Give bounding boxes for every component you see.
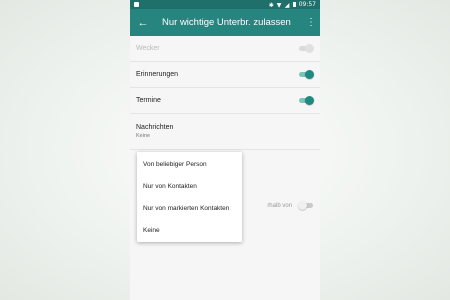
wecker-toggle[interactable] xyxy=(298,44,314,53)
setting-row-wecker[interactable]: Wecker xyxy=(130,36,320,62)
menu-item-kontakte[interactable]: Nur von Kontakten xyxy=(137,175,242,197)
setting-value: Keine xyxy=(136,133,151,139)
phone-screen: ✱ ▼ ◢ 09:57 ← Nur wichtige Unterbr. zula… xyxy=(130,0,320,300)
setting-label: Nachrichten xyxy=(136,124,174,131)
setting-row-erinnerungen[interactable]: Erinnerungen xyxy=(130,62,320,88)
menu-item-beliebige-person[interactable]: Von beliebiger Person xyxy=(137,153,242,175)
notification-icon xyxy=(134,2,139,7)
wifi-icon: ▼ xyxy=(276,2,282,9)
popup-menu: Von beliebiger Person Nur von Kontakten … xyxy=(137,152,242,242)
status-bar: ✱ ▼ ◢ 09:57 xyxy=(130,0,320,9)
app-bar: ← Nur wichtige Unterbr. zulassen ⋮ xyxy=(130,9,320,36)
setting-label-partial: rhalb von xyxy=(267,203,292,209)
arrow-back-icon[interactable]: ← xyxy=(136,17,150,29)
page-title: Nur wichtige Unterbr. zulassen xyxy=(162,17,291,28)
more-vert-icon[interactable]: ⋮ xyxy=(306,17,316,28)
battery-icon xyxy=(292,2,296,7)
setting-label: Erinnerungen xyxy=(136,71,179,78)
menu-item-markierte-kontakte[interactable]: Nur von markierten Kontakten xyxy=(137,197,242,219)
signal-icon: ◢ xyxy=(284,2,290,9)
erinnerungen-toggle[interactable] xyxy=(298,70,314,79)
menu-item-keine[interactable]: Keine xyxy=(137,219,242,241)
setting-label: Wecker xyxy=(136,45,160,52)
termine-toggle[interactable] xyxy=(298,96,314,105)
setting-row-nachrichten[interactable]: Nachrichten Keine xyxy=(130,114,320,150)
setting-label: Termine xyxy=(136,97,161,104)
obscured-toggle[interactable] xyxy=(298,201,314,210)
bluetooth-icon: ✱ xyxy=(268,2,274,9)
status-time: 09:57 xyxy=(298,1,316,8)
setting-row-termine[interactable]: Termine xyxy=(130,88,320,114)
